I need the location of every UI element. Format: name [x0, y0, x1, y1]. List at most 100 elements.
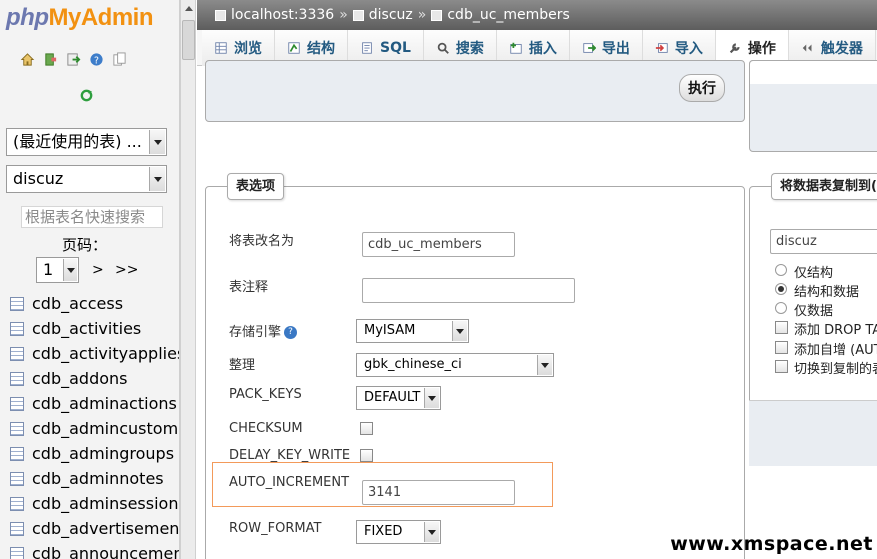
engine-label-text: 存储引擎: [229, 325, 282, 340]
switch-to-copied-table-checkbox[interactable]: [775, 360, 788, 373]
sql-icon: [362, 42, 372, 54]
help-icon[interactable]: ?: [284, 326, 298, 339]
sidebar-table-name[interactable]: cdb_adminactions: [32, 394, 177, 413]
row-format-label: ROW_FORMAT: [229, 521, 322, 536]
table-icon[interactable]: [10, 421, 24, 436]
table-icon[interactable]: [10, 396, 24, 411]
table-icon[interactable]: [10, 346, 24, 361]
sidebar-table-item[interactable]: cdb_adminactions: [10, 391, 179, 416]
docs-icon[interactable]: [112, 52, 127, 67]
table-filter-input[interactable]: 根据表名快速搜索: [21, 206, 163, 228]
export-icon: [583, 43, 596, 53]
sidebar-table-name[interactable]: cdb_admingroups: [32, 444, 174, 463]
database-select[interactable]: discuz: [6, 165, 167, 193]
logo-php: php: [6, 4, 49, 31]
tab-label: 触发器: [820, 41, 863, 57]
table-icon[interactable]: [10, 496, 24, 511]
radio-structure-and-data-label: 结构和数据: [794, 285, 860, 300]
collation-select[interactable]: gbk_chinese_ci: [356, 353, 554, 377]
sidebar-table-item[interactable]: cdb_access: [10, 291, 179, 316]
database-icon: [352, 9, 364, 21]
chevron-down-icon: [424, 522, 439, 542]
scrollbar-thumb[interactable]: [182, 20, 195, 60]
help-icon[interactable]: ?: [89, 52, 104, 67]
main-content: localhost:3336 » discuz » cdb_uc_members…: [197, 0, 877, 559]
sidebar-table-item[interactable]: cdb_announcements: [10, 541, 179, 559]
home-icon[interactable]: [20, 52, 35, 67]
table-icon[interactable]: [10, 321, 24, 336]
sidebar-table-item[interactable]: cdb_advertisements: [10, 516, 179, 541]
sidebar-table-name[interactable]: cdb_adminsessions: [32, 494, 179, 513]
table-icon: [431, 9, 443, 21]
pack-keys-select[interactable]: DEFAULT: [356, 386, 441, 410]
delay-key-write-label: DELAY_KEY_WRITE: [229, 448, 351, 463]
query-window-icon[interactable]: [66, 52, 81, 67]
scroll-up-icon[interactable]: [182, 2, 195, 16]
table-icon[interactable]: [10, 446, 24, 461]
tab-label: 浏览: [234, 41, 262, 57]
copy-target-database[interactable]: discuz: [770, 229, 877, 254]
sidebar-table-item[interactable]: cdb_addons: [10, 366, 179, 391]
table-icon[interactable]: [10, 471, 24, 486]
row-format-value: FIXED: [364, 524, 403, 539]
sidebar-table-item[interactable]: cdb_admincustom: [10, 416, 179, 441]
page-label: 页码：: [62, 236, 108, 254]
wrench-icon: [729, 43, 740, 54]
radio-structure-and-data[interactable]: [775, 283, 787, 295]
add-auto-increment-checkbox[interactable]: [775, 341, 788, 354]
breadcrumb-database[interactable]: discuz: [369, 7, 413, 23]
sidebar-table-item[interactable]: cdb_activityapplies: [10, 341, 179, 366]
sidebar-table-item[interactable]: cdb_adminnotes: [10, 466, 179, 491]
engine-label: 存储引擎?: [229, 321, 298, 340]
radio-structure-only[interactable]: [775, 264, 787, 276]
table-icon[interactable]: [10, 546, 24, 559]
page-select[interactable]: 1: [36, 257, 79, 283]
reload-icon[interactable]: [79, 88, 94, 103]
delay-key-write-checkbox[interactable]: [360, 449, 373, 462]
breadcrumb-server[interactable]: localhost:3336: [231, 7, 334, 23]
table-icon[interactable]: [10, 296, 24, 311]
radio-structure-only-label: 仅结构: [794, 266, 834, 281]
sidebar-icon-row: ?: [20, 52, 127, 67]
table-icon[interactable]: [10, 521, 24, 536]
rename-input[interactable]: cdb_uc_members: [362, 232, 515, 257]
svg-text:?: ?: [94, 55, 99, 66]
sidebar-table-item[interactable]: cdb_admingroups: [10, 441, 179, 466]
chevron-down-icon: [424, 388, 439, 408]
sidebar-table-name[interactable]: cdb_admincustom: [32, 419, 178, 438]
sidebar-table-name[interactable]: cdb_announcements: [32, 544, 179, 559]
comment-label: 表注释: [229, 280, 269, 295]
sidebar-table-name[interactable]: cdb_advertisements: [32, 519, 179, 538]
sidebar-scrollbar[interactable]: [180, 0, 196, 559]
right-upper-panel-header: [749, 60, 877, 84]
storage-engine-select[interactable]: MyISAM: [356, 319, 469, 343]
last-page-link[interactable]: >>: [115, 262, 138, 278]
sidebar-table-name[interactable]: cdb_activities: [32, 319, 141, 338]
search-icon: [437, 42, 449, 54]
comment-input[interactable]: [362, 278, 575, 303]
breadcrumb-table[interactable]: cdb_uc_members: [447, 7, 569, 23]
execute-button[interactable]: 执行: [679, 74, 725, 102]
sidebar-table-name[interactable]: cdb_addons: [32, 369, 128, 388]
copy-table-legend: 将数据表复制到(: [771, 173, 877, 200]
recent-tables-select[interactable]: (最近使用的表) ...: [6, 128, 167, 156]
sidebar-table-name[interactable]: cdb_adminnotes: [32, 469, 164, 488]
add-drop-table-checkbox[interactable]: [775, 321, 788, 334]
logout-icon[interactable]: [43, 52, 58, 67]
checksum-checkbox[interactable]: [360, 422, 373, 435]
rename-label: 将表改名为: [229, 234, 295, 249]
next-page-link[interactable]: >: [92, 262, 104, 278]
breadcrumb-separator: »: [339, 7, 348, 23]
row-format-select[interactable]: FIXED: [356, 520, 441, 544]
radio-data-only[interactable]: [775, 302, 787, 314]
auto-increment-input[interactable]: 3141: [362, 480, 515, 505]
sidebar-table-item[interactable]: cdb_activities: [10, 316, 179, 341]
phpmyadmin-logo[interactable]: phpMyAdmin: [6, 4, 153, 32]
table-icon[interactable]: [10, 371, 24, 386]
sidebar-table-name[interactable]: cdb_activityapplies: [32, 344, 179, 363]
logo-myadmin: MyAdmin: [48, 4, 153, 31]
tab-label: 导出: [601, 41, 630, 57]
radio-data-only-label: 仅数据: [794, 304, 834, 319]
sidebar-table-item[interactable]: cdb_adminsessions: [10, 491, 179, 516]
sidebar-table-name[interactable]: cdb_access: [32, 294, 123, 313]
